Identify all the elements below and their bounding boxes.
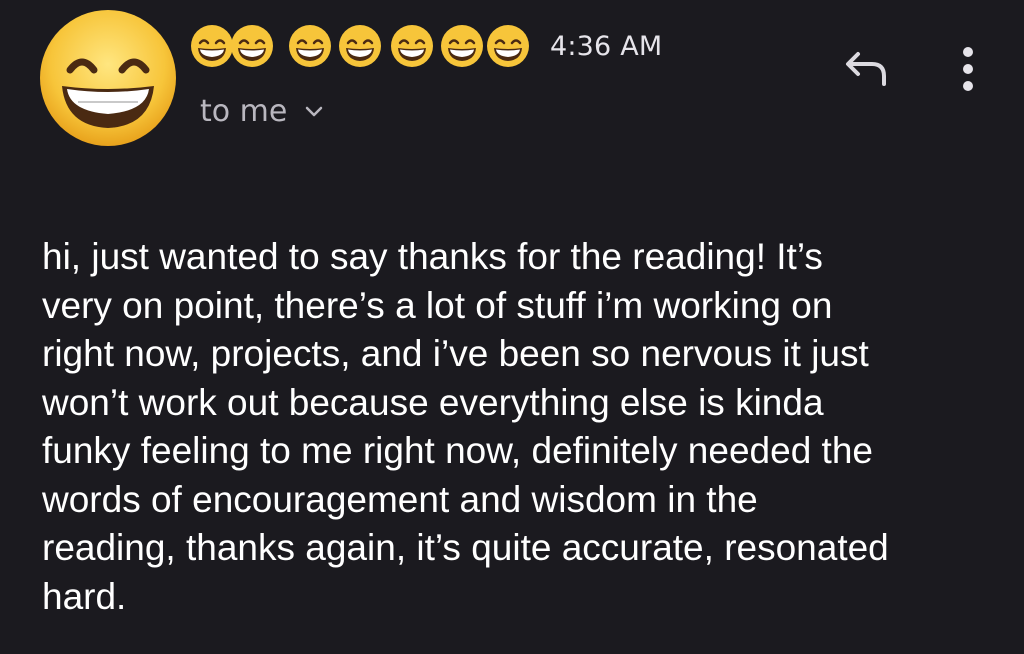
- sender-avatar[interactable]: [38, 8, 178, 148]
- grinning-face-icon: [487, 25, 529, 67]
- grinning-face-icon: [289, 25, 331, 67]
- chevron-down-icon: [306, 106, 323, 116]
- sender-row: 4:36 AM: [190, 24, 662, 68]
- sender-name[interactable]: [190, 24, 538, 68]
- more-vert-icon: [963, 47, 973, 91]
- grinning-face-icon: [40, 10, 176, 146]
- reply-icon: [846, 52, 886, 86]
- email-view: 4:36 AM to me hi, just wanted to say tha…: [0, 0, 1024, 654]
- grinning-face-icon: [191, 25, 233, 67]
- recipient-label: to me: [200, 94, 288, 129]
- grinning-face-icon: [391, 25, 433, 67]
- grinning-face-icon: [441, 25, 483, 67]
- grinning-face-icon: [231, 25, 273, 67]
- message-body: hi, just wanted to say thanks for the re…: [42, 236, 889, 617]
- more-options-button[interactable]: [955, 44, 981, 94]
- grinning-face-icon: [339, 25, 381, 67]
- reply-button[interactable]: [842, 46, 892, 88]
- message-time: 4:36 AM: [550, 30, 663, 62]
- recipient-details-toggle[interactable]: to me: [200, 94, 323, 129]
